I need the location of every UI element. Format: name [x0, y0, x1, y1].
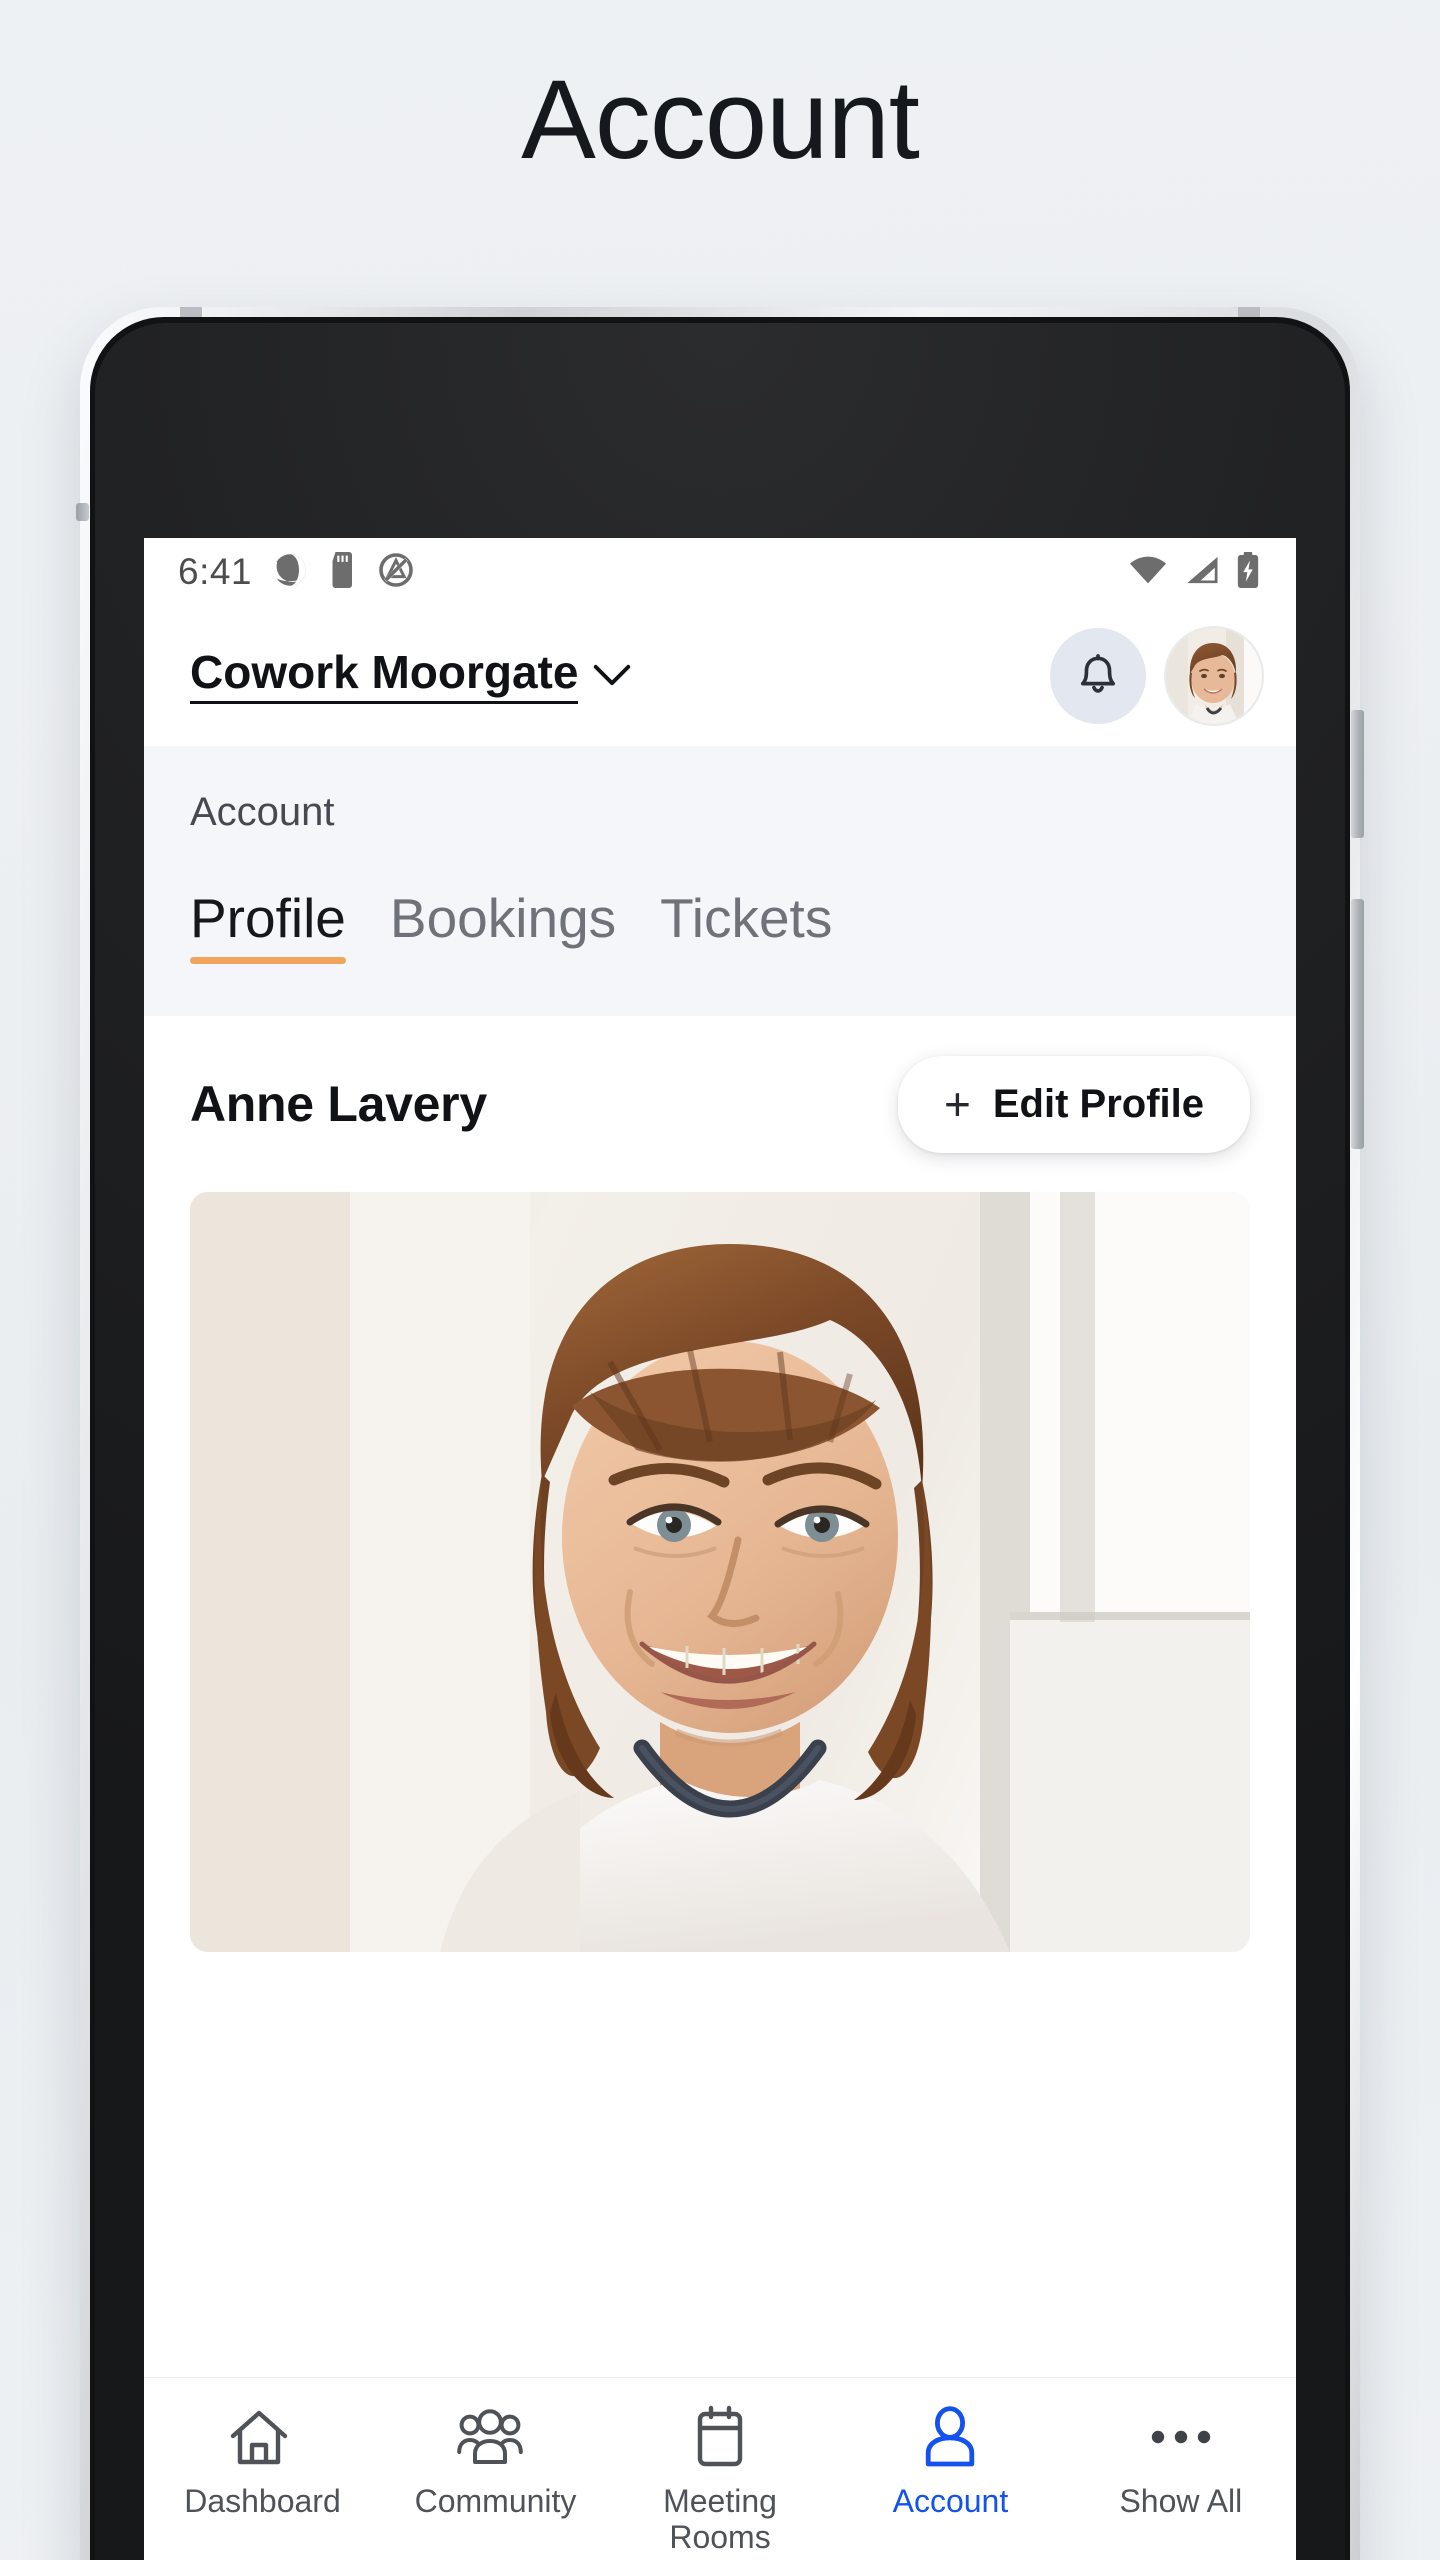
- tab-bookings[interactable]: Bookings: [390, 891, 616, 964]
- people-icon: [456, 2404, 524, 2470]
- shutter-icon: [270, 552, 308, 593]
- nav-item-community[interactable]: Community: [374, 2404, 604, 2520]
- phone-mockup: 6:41 Cowork Moorgate Account Profile Boo…: [76, 307, 1364, 2560]
- section-tabs-block: Account Profile Bookings Tickets: [144, 746, 1296, 1016]
- wifi-icon: [1128, 554, 1168, 591]
- section-label: Account: [190, 790, 335, 834]
- nav-label-show-all: Show All: [1119, 2483, 1243, 2519]
- status-bar-clock: 6:41: [178, 551, 253, 592]
- nav-label-account: Account: [892, 2483, 1009, 2519]
- phone-volume-button[interactable]: [1351, 710, 1364, 838]
- nav-item-dashboard[interactable]: Dashboard: [144, 2404, 374, 2520]
- profile-header: Anne Lavery + Edit Profile: [190, 1016, 1250, 1192]
- edit-profile-button[interactable]: + Edit Profile: [897, 1055, 1250, 1153]
- battery-charging-icon: [1236, 551, 1260, 593]
- status-bar-left: 6:41: [178, 551, 414, 593]
- tab-bar: Profile Bookings Tickets: [144, 835, 1296, 964]
- home-icon: [227, 2404, 291, 2470]
- calendar-icon: [691, 2404, 749, 2470]
- profile-photo[interactable]: [190, 1192, 1250, 1952]
- plus-icon: +: [943, 1077, 971, 1130]
- do-not-disturb-icon: [378, 552, 414, 593]
- status-bar: 6:41: [144, 538, 1296, 606]
- chevron-down-icon: [592, 662, 632, 693]
- phone-screen: 6:41 Cowork Moorgate Account Profile Boo…: [144, 538, 1296, 2560]
- bottom-navigation: Dashboard Community Meeting Rooms Accoun…: [144, 2377, 1296, 2560]
- profile-panel: Anne Lavery + Edit Profile: [144, 1016, 1296, 1952]
- location-selector[interactable]: Cowork Moorgate: [190, 648, 632, 704]
- phone-power-button[interactable]: [1351, 899, 1364, 1149]
- tab-tickets[interactable]: Tickets: [660, 891, 832, 964]
- tab-tickets-label: Tickets: [660, 887, 833, 949]
- nav-item-account[interactable]: Account: [835, 2404, 1065, 2520]
- tab-block-spacer: [144, 964, 1296, 1016]
- tab-bookings-label: Bookings: [389, 887, 617, 949]
- nav-label-meeting-rooms: Meeting Rooms: [663, 2483, 777, 2555]
- tab-profile-label: Profile: [190, 887, 346, 949]
- notifications-button[interactable]: [1050, 628, 1146, 724]
- app-bar-actions: [1050, 628, 1262, 724]
- phone-left-button[interactable]: [76, 503, 89, 521]
- app-bar: Cowork Moorgate: [144, 606, 1296, 746]
- status-bar-right: [1128, 551, 1260, 593]
- page-title: Account: [521, 57, 920, 182]
- cellular-signal-icon: [1184, 554, 1220, 591]
- sd-card-icon: [328, 551, 358, 593]
- nav-label-community: Community: [414, 2483, 577, 2519]
- bell-icon: [1073, 649, 1123, 704]
- person-icon: [921, 2404, 979, 2470]
- nav-item-meeting-rooms[interactable]: Meeting Rooms: [605, 2404, 835, 2556]
- location-name: Cowork Moorgate: [190, 648, 579, 704]
- edit-profile-label: Edit Profile: [992, 1081, 1204, 1126]
- avatar[interactable]: [1166, 628, 1262, 724]
- tab-profile[interactable]: Profile: [190, 891, 346, 964]
- profile-name: Anne Lavery: [190, 1076, 487, 1132]
- nav-item-show-all[interactable]: Show All: [1066, 2404, 1296, 2520]
- nav-label-dashboard: Dashboard: [184, 2483, 341, 2519]
- ellipsis-icon: [1148, 2404, 1214, 2470]
